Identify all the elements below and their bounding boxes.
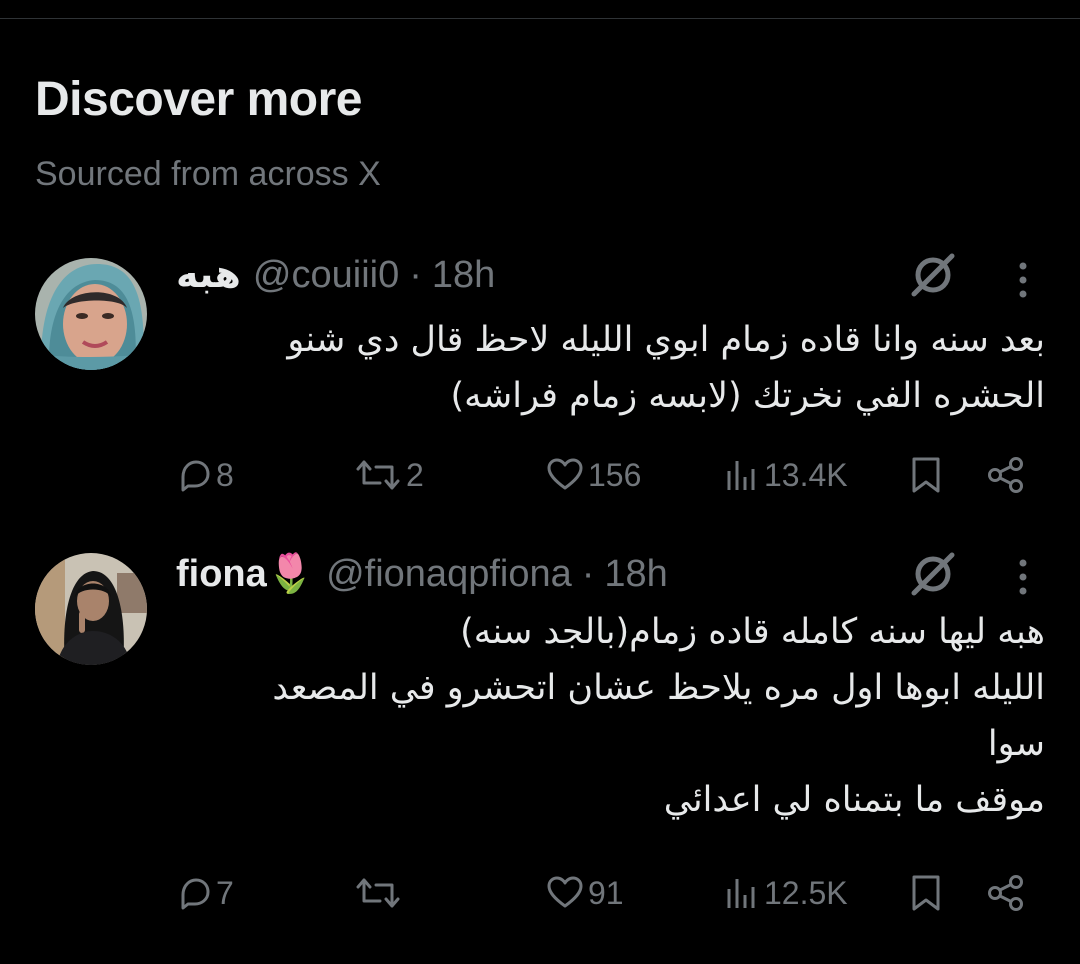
reply-count: 8: [216, 456, 234, 493]
like-icon: [547, 876, 583, 908]
views-icon: [727, 461, 755, 490]
avatar[interactable]: [35, 258, 147, 370]
more-icon[interactable]: [1014, 555, 1032, 599]
views-count: 12.5K: [764, 874, 848, 911]
user-handle[interactable]: @fionaqpfiona: [326, 549, 572, 599]
repost-icon: [356, 878, 400, 908]
views-icon: [727, 879, 755, 908]
post-text-line: هبه ليها سنه كامله قاده زمام(بالجد سنه): [460, 612, 1045, 652]
like-count: 156: [588, 456, 642, 493]
grok-icon[interactable]: [908, 250, 958, 300]
repost-button[interactable]: [354, 871, 406, 915]
reply-button[interactable]: 7: [176, 871, 234, 915]
like-count: 91: [588, 874, 624, 911]
avatar[interactable]: [35, 553, 147, 665]
like-button[interactable]: 156: [546, 453, 641, 497]
post-text: هبه ليها سنه كامله قاده زمام(بالجد سنه) …: [176, 604, 1045, 828]
bookmark-icon: [912, 457, 940, 493]
post-header: fiona🌷 @fionaqpfiona · 18h: [176, 549, 940, 599]
like-icon: [547, 458, 583, 490]
like-button[interactable]: 91: [546, 871, 624, 915]
action-bar: 8 2 156 13.4K: [176, 453, 1036, 497]
share-button[interactable]: [986, 871, 1026, 915]
post-text-line: الليله ابوها اول مره يلاحظ عشان اتحشرو ف…: [272, 668, 1045, 708]
post-text-line: موقف ما بتمناه لي اعدائي: [663, 780, 1045, 820]
post-time[interactable]: 18h: [604, 549, 667, 599]
reply-count: 7: [216, 874, 234, 911]
display-name[interactable]: fiona🌷: [176, 549, 314, 599]
reply-icon: [181, 878, 210, 910]
section-subtitle: Sourced from across X: [35, 155, 381, 193]
grok-icon[interactable]: [908, 549, 958, 599]
post-text-line: بعد سنه وانا قاده زمام ابوي الليله لاحظ …: [287, 320, 1045, 360]
display-name[interactable]: هبه: [176, 250, 241, 300]
top-divider: [0, 18, 1080, 19]
more-icon[interactable]: [1014, 258, 1032, 302]
views-button[interactable]: 12.5K: [724, 871, 848, 915]
bookmark-button[interactable]: [908, 871, 944, 915]
post-header: هبه @couiii0 · 18h: [176, 250, 940, 300]
bookmark-icon: [912, 875, 940, 911]
post-time[interactable]: 18h: [432, 250, 495, 300]
post-text-line: سوا: [987, 724, 1045, 764]
views-button[interactable]: 13.4K: [724, 453, 848, 497]
share-icon: [988, 875, 1023, 911]
share-icon: [988, 457, 1023, 493]
separator-dot: ·: [581, 553, 595, 595]
repost-icon: [356, 460, 400, 490]
share-button[interactable]: [986, 453, 1026, 497]
user-handle[interactable]: @couiii0: [253, 250, 399, 300]
separator-dot: ·: [409, 254, 422, 296]
bookmark-button[interactable]: [908, 453, 944, 497]
post-text-line: الحشره الفي نخرتك (لابسه زمام فراشه): [450, 376, 1045, 416]
repost-count: 2: [406, 456, 424, 493]
reply-button[interactable]: 8: [176, 453, 234, 497]
post-text: بعد سنه وانا قاده زمام ابوي الليله لاحظ …: [176, 312, 1045, 424]
repost-button[interactable]: 2: [354, 453, 424, 497]
section-title: Discover more: [35, 73, 363, 126]
action-bar: 7 91 12.5K: [176, 871, 1036, 915]
reply-icon: [181, 460, 210, 492]
views-count: 13.4K: [764, 456, 848, 493]
